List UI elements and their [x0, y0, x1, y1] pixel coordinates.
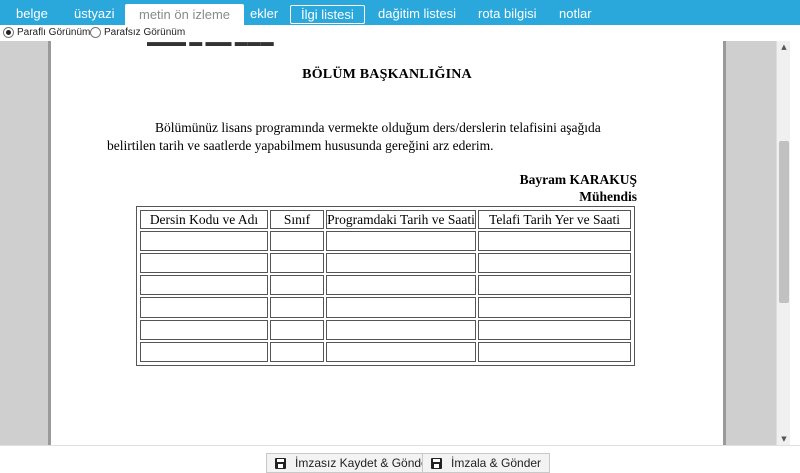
table-cell — [140, 231, 268, 252]
document-viewer[interactable]: ▬▬▬ ▬ ▬▬ ▬▬▬ BÖLÜM BAŞKANLIĞINA Bölümünü… — [0, 41, 776, 445]
table-cell — [478, 319, 631, 340]
tab-bar: belge üstyazi metin ön izleme ekler İlgi… — [0, 0, 800, 25]
right-margin — [790, 41, 800, 445]
table-cell — [326, 341, 476, 362]
table-cell — [140, 275, 268, 296]
sign-send-label: İmzala & Gönder — [451, 456, 542, 470]
page-shadow-right — [723, 41, 726, 445]
radio-checked-icon[interactable] — [3, 27, 14, 38]
table-cell — [326, 275, 476, 296]
table-header-row: Dersin Kodu ve Adı Sınıf Programdaki Tar… — [140, 210, 631, 229]
action-bar: İmzasız Kaydet & Gönder İmzala & Gönder — [0, 445, 800, 473]
table-row — [140, 253, 631, 274]
table-cell — [326, 231, 476, 252]
save-unsigned-send-button[interactable]: İmzasız Kaydet & Gönder — [266, 453, 441, 473]
table-cell — [326, 297, 476, 318]
tab-ilgi-listesi[interactable]: İlgi listesi — [290, 5, 365, 24]
signer-name: Bayram KARAKUŞ — [519, 172, 637, 187]
scroll-thumb[interactable] — [779, 141, 789, 303]
table-row — [140, 231, 631, 252]
document-paragraph: Bölümünüz lisans programında vermekte ol… — [107, 120, 601, 153]
tab-ustyazi[interactable]: üstyazi — [66, 3, 122, 25]
tab-ekler[interactable]: ekler — [242, 3, 286, 25]
document-heading: BÖLÜM BAŞKANLIĞINA — [302, 67, 472, 82]
header-makeup-time: Telafi Tarih Yer ve Saati — [478, 210, 631, 229]
table-cell — [270, 231, 324, 252]
table-row — [140, 341, 631, 362]
header-course-code: Dersin Kodu ve Adı — [140, 210, 268, 229]
tab-rota-bilgisi[interactable]: rota bilgisi — [470, 3, 545, 25]
floppy-disk-icon — [275, 457, 286, 469]
header-class: Sınıf — [270, 210, 324, 229]
table-cell — [270, 341, 324, 362]
sign-send-button[interactable]: İmzala & Gönder — [422, 453, 551, 473]
table-cell — [140, 319, 268, 340]
table-cell — [478, 231, 631, 252]
save-unsigned-send-label: İmzasız Kaydet & Gönder — [295, 456, 432, 470]
table-cell — [140, 253, 268, 274]
table-row — [140, 275, 631, 296]
table-cell — [326, 253, 476, 274]
table-row — [140, 297, 631, 318]
tab-metin-on-izleme[interactable]: metin ön izleme — [125, 4, 245, 25]
table-cell — [478, 253, 631, 274]
view-options: Paraflı Görünüm Parafsız Görünüm — [0, 25, 800, 41]
clipped-text: ▬▬▬ ▬ ▬▬ ▬▬▬ — [147, 41, 274, 49]
document-page: ▬▬▬ ▬ ▬▬ ▬▬▬ BÖLÜM BAŞKANLIĞINA Bölümünü… — [51, 41, 723, 445]
table-cell — [270, 319, 324, 340]
makeup-lessons-table: Dersin Kodu ve Adı Sınıf Programdaki Tar… — [136, 206, 635, 366]
radio-parafli-label: Paraflı Görünüm — [17, 27, 91, 38]
radio-parafli[interactable]: Paraflı Görünüm — [3, 27, 90, 38]
tab-belge[interactable]: belge — [8, 3, 56, 25]
radio-parafsiz-label: Parafsız Görünüm — [104, 27, 186, 38]
table-row — [140, 319, 631, 340]
table-cell — [270, 297, 324, 318]
scroll-down-icon[interactable]: ▼ — [777, 433, 791, 445]
radio-unchecked-icon[interactable] — [90, 27, 101, 38]
tab-notlar[interactable]: notlar — [551, 3, 600, 25]
scroll-up-icon[interactable]: ▲ — [777, 41, 791, 53]
vertical-scrollbar[interactable]: ▲ ▼ — [776, 41, 790, 445]
table-cell — [478, 275, 631, 296]
floppy-disk-icon — [431, 457, 442, 469]
table-cell — [270, 275, 324, 296]
radio-parafsiz[interactable]: Parafsız Görünüm — [90, 27, 185, 38]
table-cell — [270, 253, 324, 274]
table-cell — [140, 341, 268, 362]
table-cell — [326, 319, 476, 340]
tab-dagitim-listesi[interactable]: dağitim listesi — [370, 3, 464, 25]
signer-title: Mühendis — [579, 189, 637, 204]
table-cell — [478, 297, 631, 318]
table-cell — [140, 297, 268, 318]
header-scheduled-time: Programdaki Tarih ve Saati — [326, 210, 476, 229]
table-cell — [478, 341, 631, 362]
